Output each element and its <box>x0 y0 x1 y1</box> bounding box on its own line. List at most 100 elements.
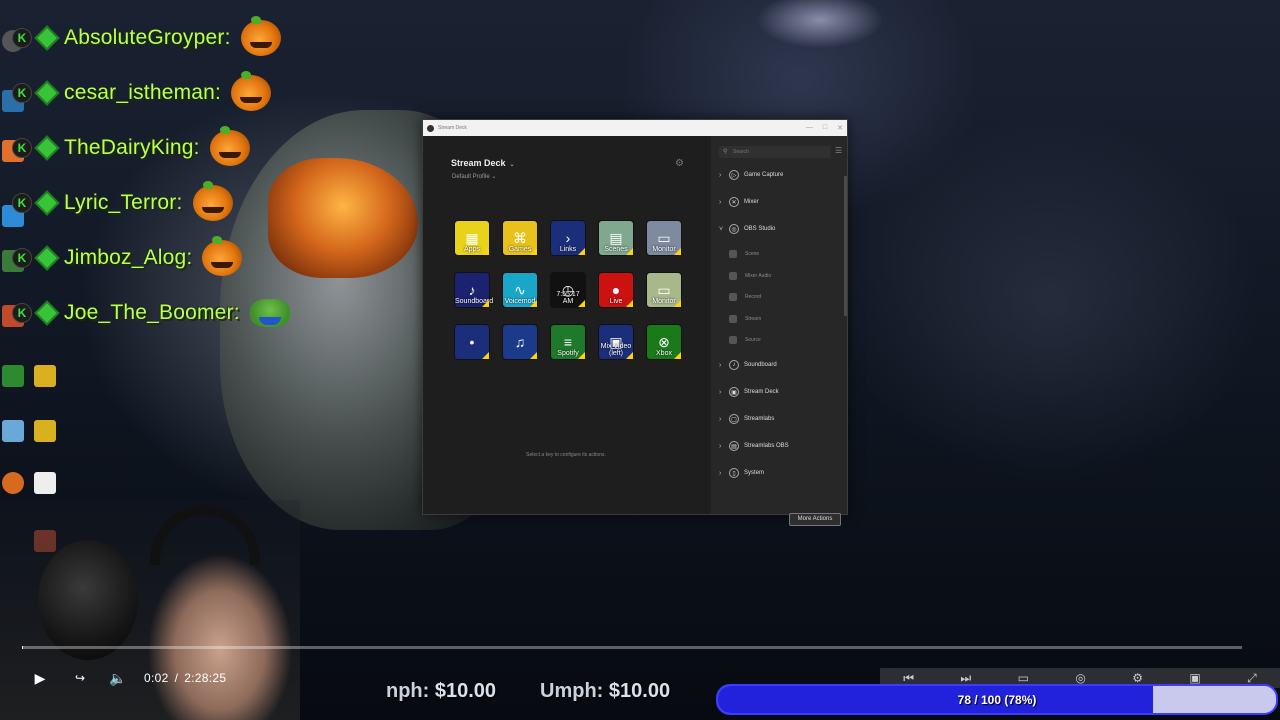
captions-icon[interactable]: ▭ <box>1018 671 1029 685</box>
configure-hint: Select a key to configure its actions. <box>526 452 606 458</box>
chevron-down-icon: ˅ <box>719 225 724 233</box>
obs-action-item[interactable]: Record <box>729 291 839 303</box>
kick-badge-icon: K <box>12 83 32 103</box>
stream-deck-key[interactable]: ▤ Scenes <box>598 220 634 256</box>
stream-deck-key[interactable]: ⌘ Games <box>502 220 538 256</box>
key-corner-marker <box>626 248 633 255</box>
action-category[interactable]: › ▯ System <box>719 466 843 480</box>
action-category-label: Streamlabs OBS <box>744 443 789 449</box>
theater-icon[interactable]: ◎ <box>1075 671 1085 685</box>
stream-deck-key[interactable]: ▦ Apps <box>454 220 490 256</box>
stream-deck-key[interactable]: ▭ Monitor <box>646 220 682 256</box>
orange-emote <box>192 181 233 221</box>
duration: 2:28:25 <box>184 671 227 685</box>
chat-message: K Joe_The_Boomer: <box>12 293 290 333</box>
game-capture-icon: ▷ <box>729 170 739 180</box>
action-category-label: Stream Deck <box>744 389 779 395</box>
system-icon: ▯ <box>729 468 739 478</box>
action-category[interactable]: › ▣ Stream Deck <box>719 385 843 399</box>
kick-badge-icon: K <box>12 28 32 48</box>
kick-badge-icon: K <box>12 248 32 268</box>
action-category-label: OBS Studio <box>744 226 776 232</box>
obs-action-item[interactable]: Stream <box>729 313 839 325</box>
key-corner-marker <box>578 248 585 255</box>
xbox-icon: ⊗ <box>658 333 670 350</box>
apps-icon: ▦ <box>465 229 479 246</box>
microphone <box>38 540 138 660</box>
ticker-nph: nph: $10.00 <box>386 680 496 703</box>
maximize-icon[interactable]: □ <box>823 124 827 132</box>
action-category[interactable]: › ▢ Streamlabs <box>719 412 843 426</box>
orange-emote <box>231 71 272 111</box>
desktop-icon[interactable] <box>2 365 24 387</box>
video-progress-bar[interactable] <box>22 646 1242 649</box>
action-icon <box>729 314 737 323</box>
stream-deck-key[interactable]: ⊗ Xbox <box>646 324 682 360</box>
kick-badge-icon: K <box>12 303 32 323</box>
obs-action-item[interactable]: Source <box>729 334 839 346</box>
chevron-right-icon: › <box>719 361 722 369</box>
obs-action-item[interactable]: Mixer Audio <box>729 270 839 282</box>
spotify-icon: ≡ <box>563 334 573 350</box>
key-corner-marker <box>578 352 585 359</box>
stream-deck-key[interactable]: • <box>454 324 490 360</box>
ticker-label: Umph: <box>540 680 604 702</box>
stream-deck-icon: ▣ <box>729 387 739 397</box>
actions-panel: ⚲ Search ☰ More Actions › ▷ Game Capture › ✕… <box>711 136 847 526</box>
action-icon <box>729 293 737 301</box>
action-category[interactable]: › ✕ Mixer <box>719 195 843 209</box>
list-view-icon[interactable]: ☰ <box>835 146 842 155</box>
skip-icon[interactable]: ↪ <box>68 666 92 690</box>
desktop-icon[interactable] <box>34 365 56 387</box>
desktop-icon[interactable] <box>2 472 24 494</box>
action-icon <box>729 271 737 280</box>
close-icon[interactable]: ✕ <box>837 124 843 132</box>
stream-deck-app-icon <box>427 124 434 132</box>
chevron-down-icon: ⌄ <box>509 162 515 168</box>
pip-icon[interactable]: ▣ <box>1189 671 1200 685</box>
desktop-icon[interactable] <box>34 420 56 442</box>
profile-selector[interactable]: Default Profile ⌄ <box>452 173 496 180</box>
more-actions-button[interactable]: More Actions <box>789 513 841 526</box>
device-selector[interactable]: Stream Deck ⌄ <box>451 158 515 168</box>
goal-bar: 78 / 100 (78%) <box>716 684 1278 715</box>
music-note-icon: ♪ <box>468 282 476 298</box>
obs-action-label: Source <box>745 337 761 343</box>
desktop-icon[interactable] <box>34 472 56 494</box>
stream-deck-key[interactable]: ● Live <box>598 272 634 308</box>
action-category[interactable]: ˅ ◎ OBS Studio <box>719 222 843 236</box>
volume-icon[interactable]: 🔈 <box>106 666 130 690</box>
action-category[interactable]: › ▤ Streamlabs OBS <box>719 439 843 453</box>
minimize-icon[interactable]: — <box>806 124 813 132</box>
search-icon: ⚲ <box>723 149 728 155</box>
play-icon[interactable]: ▶ <box>28 666 52 690</box>
actions-search-input[interactable]: ⚲ Search <box>719 146 831 158</box>
ticker-amount: $10.00 <box>434 680 497 702</box>
desktop-icon[interactable] <box>2 420 24 442</box>
search-placeholder: Search <box>733 149 749 155</box>
action-category[interactable]: › ▷ Game Capture <box>719 168 843 182</box>
action-category[interactable]: › ♪ Soundboard <box>719 358 843 372</box>
obs-action-item[interactable]: Scene <box>729 248 839 260</box>
window-titlebar[interactable]: Stream Deck — □ ✕ <box>423 120 847 136</box>
action-category-label: Soundboard <box>744 362 777 368</box>
orange-emote <box>202 236 243 276</box>
stream-deck-key[interactable]: › Links <box>550 220 586 256</box>
chat-username: Jimboz_Alog: <box>64 246 193 269</box>
action-category-label: Game Capture <box>744 172 784 178</box>
stream-deck-key[interactable]: ≡ Spotify <box>550 324 586 360</box>
actions-scrollbar[interactable] <box>844 176 847 316</box>
chat-username: TheDairyKing: <box>64 136 200 159</box>
stream-deck-key[interactable]: ∿ Voicemod <box>502 272 538 308</box>
stream-deck-key[interactable]: ▣ Mix Video (left) <box>598 324 634 360</box>
gear-icon[interactable]: ⚙ <box>675 158 684 169</box>
stream-deck-key[interactable]: ▭ Monitor <box>646 272 682 308</box>
stream-deck-key[interactable]: ◷ 7:55:17 AM <box>550 272 586 308</box>
action-icon <box>729 250 737 258</box>
settings-icon[interactable]: ⚙ <box>1132 671 1143 685</box>
chat-message: K Lyric_Terror: <box>12 181 233 223</box>
pepe-emote <box>249 299 290 327</box>
stream-deck-key[interactable]: ♫ <box>502 324 538 360</box>
orange-emote <box>240 16 281 56</box>
stream-deck-key[interactable]: ♪ Soundboard <box>454 272 493 308</box>
